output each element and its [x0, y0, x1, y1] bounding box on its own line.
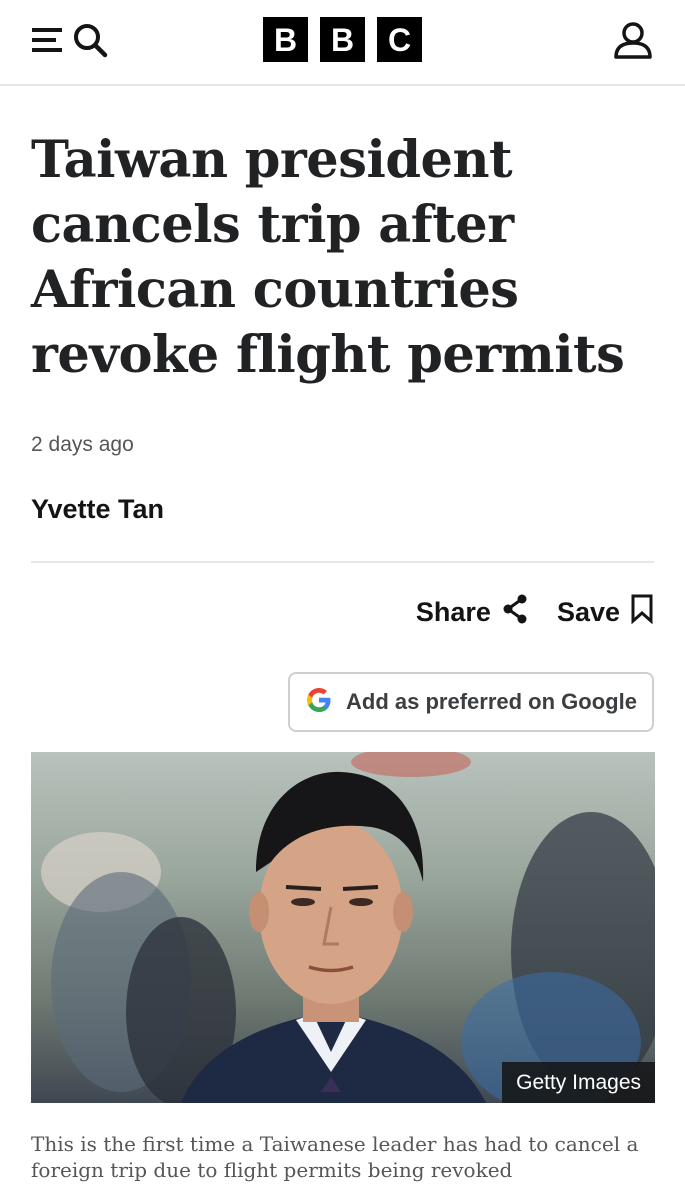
- share-icon: [501, 594, 529, 631]
- save-button[interactable]: Save: [557, 594, 654, 631]
- logo-letter-b1: B: [263, 17, 308, 62]
- article-lead-image: Getty Images: [31, 752, 655, 1103]
- top-header: B B C: [0, 0, 685, 86]
- google-button-label: Add as preferred on Google: [346, 689, 637, 714]
- article-actions: Share Save: [416, 590, 654, 634]
- image-caption: This is the first time a Taiwanese leade…: [31, 1132, 639, 1182]
- menu-icon: [32, 27, 66, 58]
- share-label: Share: [415, 596, 491, 627]
- search-icon: [72, 22, 108, 63]
- photo-illustration: [41, 752, 655, 1103]
- account-icon: [613, 22, 653, 64]
- article-headline: Taiwan president cancels trip after Afri…: [31, 130, 625, 385]
- save-label: Save: [556, 596, 620, 627]
- menu-search-button[interactable]: [32, 20, 110, 64]
- image-credit: Getty Images: [502, 1062, 655, 1103]
- article-timestamp: 2 days ago: [31, 433, 134, 456]
- article-author: Yvette Tan: [31, 494, 165, 524]
- divider: [31, 561, 654, 563]
- bookmark-icon: [630, 594, 654, 631]
- account-button[interactable]: [613, 20, 653, 60]
- bbc-logo[interactable]: B B C: [263, 17, 422, 62]
- logo-letter-c: C: [377, 17, 422, 62]
- logo-letter-b2: B: [320, 17, 365, 62]
- add-preferred-google-button[interactable]: Add as preferred on Google: [288, 672, 654, 732]
- share-button[interactable]: Share: [416, 594, 529, 631]
- google-icon: [306, 687, 332, 718]
